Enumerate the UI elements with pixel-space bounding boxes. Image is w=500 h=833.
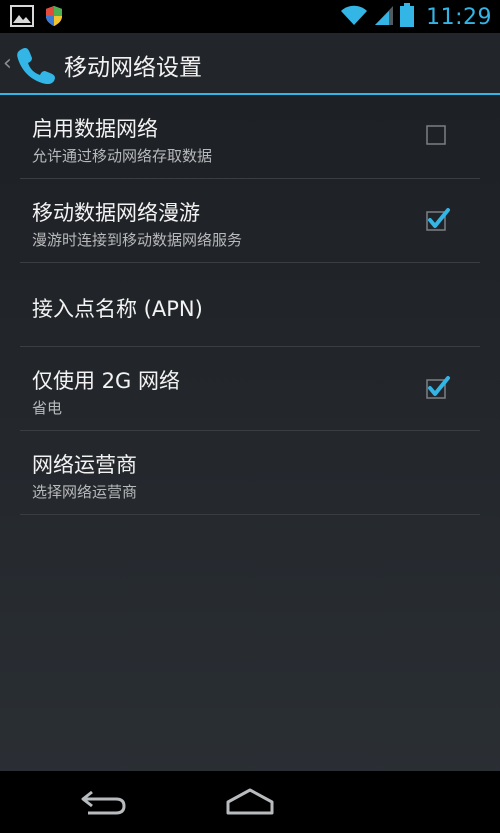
setting-title: 移动数据网络漫游 (32, 201, 200, 225)
setting-summary: 省电 (32, 399, 63, 417)
setting-title: 网络运营商 (32, 453, 137, 477)
screen: 11:29 ‹ 移动网络设置 启用数据网络 允许通过移动网络存取数据 移动数据网… (0, 0, 500, 833)
setting-summary: 选择网络运营商 (32, 483, 138, 501)
setting-enable-data[interactable]: 启用数据网络 允许通过移动网络存取数据 (20, 95, 480, 179)
navigation-bar (0, 771, 500, 833)
clock: 11:29 (426, 4, 492, 30)
2g-only-checkbox[interactable] (426, 376, 450, 399)
data-roaming-checkbox[interactable] (426, 208, 450, 231)
shield-icon (44, 5, 64, 31)
setting-summary: 允许通过移动网络存取数据 (32, 147, 213, 165)
status-bar: 11:29 (0, 0, 500, 33)
setting-2g-only[interactable]: 仅使用 2G 网络 省电 (20, 347, 480, 431)
status-system: 11:29 (340, 3, 492, 31)
action-bar: ‹ 移动网络设置 (0, 33, 500, 95)
gallery-icon (10, 5, 34, 31)
setting-data-roaming[interactable]: 移动数据网络漫游 漫游时连接到移动数据网络服务 (20, 179, 480, 263)
enable-data-checkbox[interactable] (426, 125, 446, 145)
wifi-icon (340, 4, 368, 30)
setting-title: 接入点名称 (APN) (32, 297, 203, 321)
setting-title: 仅使用 2G 网络 (32, 369, 180, 393)
setting-apn[interactable]: 接入点名称 (APN) (20, 263, 480, 347)
settings-list: 启用数据网络 允许通过移动网络存取数据 移动数据网络漫游 漫游时连接到移动数据网… (20, 95, 480, 515)
page-title: 移动网络设置 (64, 55, 202, 81)
setting-summary: 漫游时连接到移动数据网络服务 (32, 231, 243, 249)
status-notifications (10, 5, 64, 31)
setting-network-operator[interactable]: 网络运营商 选择网络运营商 (20, 431, 480, 515)
phone-icon[interactable] (14, 45, 58, 89)
back-icon[interactable] (78, 786, 128, 822)
setting-title: 启用数据网络 (32, 117, 158, 141)
signal-icon (374, 4, 394, 30)
up-caret-icon[interactable]: ‹ (3, 51, 12, 76)
home-icon[interactable] (225, 786, 275, 822)
battery-icon (400, 3, 415, 31)
